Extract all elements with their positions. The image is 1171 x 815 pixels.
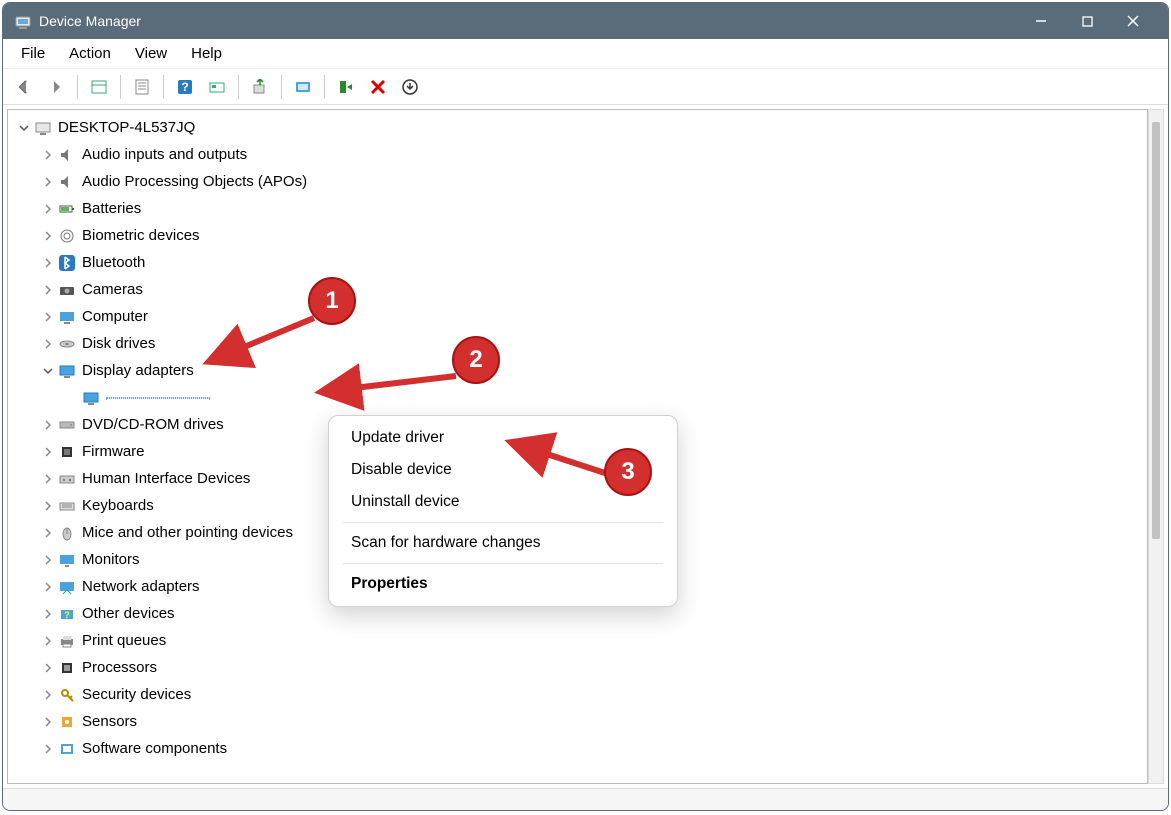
annotation-arrows [0,2,1171,815]
annotation-badge-2: 2 [452,336,500,384]
annotation-badge-1: 1 [308,277,356,325]
annotation-badge-3: 3 [604,448,652,496]
